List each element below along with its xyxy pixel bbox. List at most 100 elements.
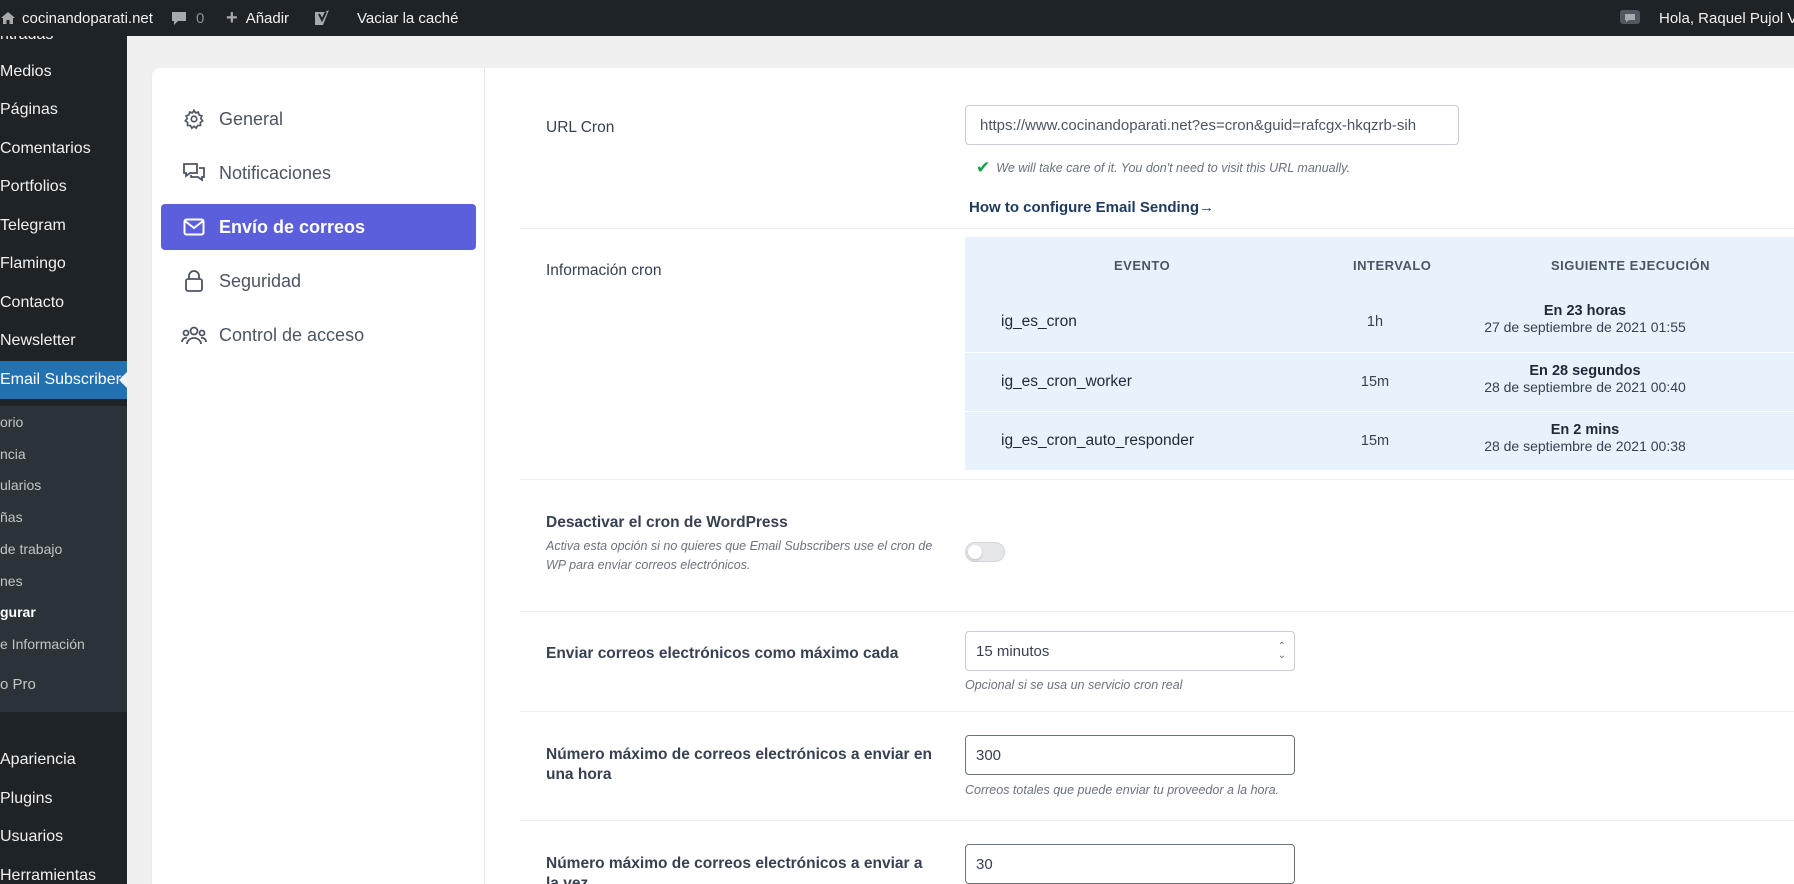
- admin-menu: ntradas Medios Páginas Comentarios Portf…: [0, 36, 127, 884]
- cron-event: ig_es_cron_auto_responder: [1001, 432, 1195, 449]
- tab-seguridad-label: Seguridad: [219, 270, 302, 291]
- menu-item-comentarios[interactable]: Comentarios: [0, 130, 127, 168]
- submenu-item-flujos[interactable]: de trabajo: [0, 541, 62, 557]
- add-new-label: Añadir: [245, 9, 290, 27]
- cron-next-run: En 28 segundos 28 de septiembre de 2021 …: [1470, 363, 1700, 395]
- chat-icon: [181, 160, 207, 186]
- clear-cache-link[interactable]: Vaciar la caché: [357, 0, 458, 36]
- user-greeting[interactable]: Hola, Raquel Pujol Vi: [1659, 0, 1794, 36]
- submenu-item-configurar[interactable]: gurar: [0, 604, 36, 620]
- how-to-configure-link[interactable]: How to configure Email Sending→: [969, 199, 1214, 216]
- toggle-knob: [968, 545, 982, 559]
- tab-general-label: General: [219, 108, 284, 129]
- menu-item-portfolios[interactable]: Portfolios: [0, 168, 127, 206]
- cron-next-run: En 2 mins 28 de septiembre de 2021 00:38: [1470, 422, 1700, 454]
- gear-icon: [181, 106, 207, 132]
- cron-table: EVENTO INTERVALO SIGUIENTE EJECUCIÓN ig_…: [965, 237, 1794, 470]
- max-at-once-label: Número máximo de correos electrónicos a …: [546, 855, 923, 884]
- menu-item-apariencia[interactable]: Apariencia: [0, 741, 127, 779]
- cron-event: ig_es_cron: [1001, 313, 1077, 330]
- menu-item-telegram[interactable]: Telegram: [0, 207, 127, 245]
- max-per-hour-help: Correos totales que puede enviar tu prov…: [965, 783, 1280, 797]
- tab-notificaciones-label: Notificaciones: [219, 162, 332, 183]
- menu-item-entradas[interactable]: ntradas: [0, 36, 127, 54]
- disable-cron-label: Desactivar el cron de WordPress: [546, 514, 788, 531]
- comments-count: 0: [196, 9, 205, 27]
- tab-general[interactable]: General: [161, 96, 476, 142]
- cron-next-run: En 23 horas 27 de septiembre de 2021 01:…: [1470, 303, 1700, 335]
- url-cron-field[interactable]: https://www.cocinandoparati.net?es=cron&…: [965, 105, 1459, 145]
- cron-info-label: Información cron: [546, 262, 662, 279]
- url-cron-note: ✔ We will take care of it. You don't nee…: [976, 158, 1350, 178]
- max-per-hour-label: Número máximo de correos electrónicos a …: [546, 746, 932, 783]
- admin-bar: cocinandoparati.net 0 + Añadir Vaciar la…: [0, 0, 1794, 36]
- send-every-value: 15 minutos: [976, 642, 1050, 660]
- plus-icon: +: [226, 6, 238, 29]
- divider: [520, 479, 1794, 480]
- menu-item-contacto[interactable]: Contacto: [0, 284, 127, 322]
- select-arrows-icon: ⌃ ⌄: [1277, 641, 1286, 661]
- submenu-item-formularios[interactable]: ularios: [0, 477, 41, 493]
- cron-header-evento: EVENTO: [1114, 258, 1171, 273]
- mail-icon: [181, 214, 207, 240]
- home-icon: [0, 10, 16, 26]
- submenu-item-audiencia[interactable]: ncia: [0, 446, 26, 462]
- max-per-hour-input[interactable]: 300: [965, 735, 1295, 775]
- users-icon: [181, 322, 207, 348]
- menu-item-medios[interactable]: Medios: [0, 53, 127, 91]
- table-row: ig_es_cron_auto_responder 15m En 2 mins …: [965, 411, 1794, 470]
- lock-icon: [181, 268, 207, 294]
- tab-control-de-acceso[interactable]: Control de acceso: [161, 312, 476, 358]
- menu-item-email-subscribers[interactable]: Email Subscribers: [0, 361, 127, 399]
- table-row: ig_es_cron 1h En 23 horas 27 de septiemb…: [965, 293, 1794, 352]
- cron-next-date: 28 de septiembre de 2021 00:38: [1484, 438, 1686, 454]
- menu-item-paginas[interactable]: Páginas: [0, 91, 127, 129]
- cron-next-relative: En 23 horas: [1543, 303, 1627, 319]
- tab-envio-de-correos[interactable]: Envío de correos: [161, 204, 476, 250]
- menu-item-newsletter[interactable]: Newsletter: [0, 322, 127, 360]
- cron-next-relative: En 28 segundos: [1529, 363, 1641, 379]
- url-cron-label: URL Cron: [546, 119, 615, 136]
- disable-cron-toggle[interactable]: [965, 542, 1005, 562]
- cron-interval: 15m: [1360, 374, 1390, 390]
- menu-item-flamingo[interactable]: Flamingo: [0, 245, 127, 283]
- site-name-link[interactable]: cocinandoparati.net: [0, 0, 153, 36]
- yoast-link[interactable]: [312, 0, 332, 36]
- divider: [520, 228, 1794, 229]
- site-name: cocinandoparati.net: [22, 9, 153, 27]
- send-every-label: Enviar correos electrónicos como máximo …: [546, 645, 899, 662]
- cron-interval: 15m: [1360, 433, 1390, 449]
- tab-envio-de-correos-label: Envío de correos: [219, 216, 366, 237]
- cron-event: ig_es_cron_worker: [1001, 373, 1132, 390]
- cron-header-siguiente: SIGUIENTE EJECUCIÓN: [1551, 258, 1711, 273]
- submenu-item-campanas[interactable]: ñas: [0, 509, 23, 525]
- max-at-once-input[interactable]: 30: [965, 844, 1295, 884]
- submenu-item-audience[interactable]: orio: [0, 414, 23, 430]
- divider: [520, 820, 1794, 821]
- comments-link[interactable]: 0: [170, 0, 204, 36]
- add-new-link[interactable]: + Añadir: [226, 0, 289, 36]
- tab-seguridad[interactable]: Seguridad: [161, 258, 476, 304]
- send-every-help: Opcional si se usa un servicio cron real: [965, 678, 1183, 692]
- cron-header-intervalo: INTERVALO: [1353, 258, 1432, 273]
- yoast-icon: [312, 8, 332, 28]
- disable-cron-help: Activa esta opción si no quieres que Ema…: [546, 539, 933, 572]
- submenu-item-informes[interactable]: nes: [0, 573, 23, 589]
- table-row: ig_es_cron_worker 15m En 28 segundos 28 …: [965, 352, 1794, 411]
- cron-next-date: 28 de septiembre de 2021 00:40: [1484, 379, 1686, 395]
- notifications-icon[interactable]: [1619, 0, 1641, 36]
- divider: [520, 611, 1794, 612]
- cron-next-relative: En 2 mins: [1550, 422, 1620, 438]
- divider: [520, 711, 1794, 712]
- submenu-item-pro[interactable]: o Pro: [0, 676, 36, 693]
- menu-item-plugins[interactable]: Plugins: [0, 780, 127, 818]
- menu-item-herramientas[interactable]: Herramientas: [0, 857, 127, 884]
- comment-icon: [170, 9, 188, 27]
- send-every-select[interactable]: 15 minutos ⌃ ⌄: [965, 631, 1295, 671]
- submenu-item-ayuda[interactable]: e Información: [0, 636, 85, 652]
- menu-item-usuarios[interactable]: Usuarios: [0, 818, 127, 856]
- email-subscribers-submenu: orio ncia ularios ñas de trabajo nes gur…: [0, 406, 127, 712]
- tab-control-de-acceso-label: Control de acceso: [219, 324, 365, 345]
- checkmark-icon: ✔: [976, 158, 991, 177]
- tab-notificaciones[interactable]: Notificaciones: [161, 150, 476, 196]
